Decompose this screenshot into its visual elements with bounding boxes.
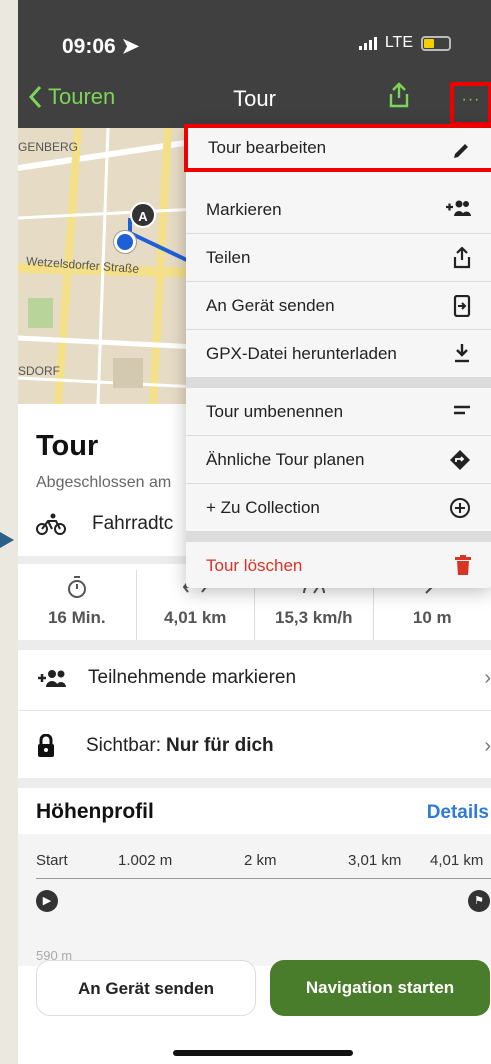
pencil-icon [454, 144, 468, 158]
status-indicators: LTE [358, 34, 451, 52]
axis-tick: 2 km [244, 852, 277, 869]
menu-item-share[interactable]: Teilen [186, 234, 491, 282]
tour-subtitle: Abgeschlossen am [36, 474, 172, 491]
menu-item-rename[interactable]: Tour umbenennen [186, 388, 491, 436]
axis-tick: 3,01 km [348, 852, 402, 869]
nav-title: Tour [233, 86, 276, 111]
stat-duration: 16 Min. [18, 570, 137, 640]
tour-title: Tour [36, 430, 99, 462]
share-icon [389, 82, 409, 108]
details-link[interactable]: Details [427, 802, 489, 824]
chevron-right-icon: › [484, 734, 491, 757]
phone-screen: 09:06 ➤ LTE Touren Tour ··· GENBERG Wetz… [18, 0, 491, 1064]
elevation-profile-title: Höhenprofil [36, 800, 154, 823]
plus-circle-icon [450, 498, 470, 518]
trash-icon [455, 555, 471, 575]
send-to-device-button[interactable]: An Gerät senden [36, 960, 256, 1016]
map-label: GENBERG [18, 140, 79, 154]
visibility-row[interactable]: Sichtbar: Nur für dich › [36, 730, 491, 762]
stopwatch-icon [18, 570, 136, 604]
rename-icon [454, 405, 470, 415]
profile-axis [36, 878, 491, 879]
chevron-right-icon: › [484, 666, 491, 689]
axis-tick: 1.002 m [118, 852, 173, 869]
bike-icon [36, 513, 66, 535]
divider [18, 640, 491, 650]
start-marker[interactable]: A [130, 202, 156, 228]
divider [18, 778, 491, 788]
menu-item-send-to-device[interactable]: An Gerät senden [186, 282, 491, 330]
start-pin-icon: ▶ [36, 890, 58, 912]
menu-separator [186, 378, 491, 388]
finish-flag-icon: ⚑ [468, 890, 490, 912]
sport-row[interactable]: Fahrradtc [36, 512, 173, 536]
map-label: SDORF [18, 364, 60, 378]
tag-people-icon [446, 200, 471, 216]
lock-icon [38, 734, 54, 757]
menu-separator [186, 532, 491, 542]
share-icon [453, 247, 471, 269]
menu-item-download-gpx[interactable]: GPX-Datei herunterladen [186, 330, 491, 378]
menu-item-delete[interactable]: Tour löschen [186, 542, 491, 590]
menu-item-add-collection[interactable]: + Zu Collection [186, 484, 491, 532]
menu-item-tag[interactable]: Markieren [186, 186, 491, 234]
menu-item-plan-similar[interactable]: Ähnliche Tour planen [186, 436, 491, 484]
status-time: 09:06 ➤ [62, 35, 140, 58]
participants-row[interactable]: Teilnehmende markieren › [36, 662, 491, 694]
battery-icon [421, 35, 451, 51]
route-direction-icon [450, 450, 470, 470]
signal-icon [358, 36, 377, 50]
context-menu: Tour bearbeiten Markieren Teilen An Gerä… [184, 124, 491, 590]
current-location-dot [114, 231, 136, 253]
elevation-profile[interactable]: Start 1.002 m 2 km 3,01 km 4,01 km ▶ ⚑ 5… [18, 834, 491, 966]
home-indicator [173, 1050, 353, 1056]
more-button[interactable]: ··· [450, 82, 491, 126]
menu-item-edit-tour[interactable]: Tour bearbeiten [184, 124, 491, 172]
start-navigation-button[interactable]: Navigation starten [270, 960, 490, 1016]
network-label: LTE [384, 34, 413, 51]
device-send-icon [453, 295, 471, 317]
axis-tick: Start [36, 852, 68, 869]
annotation-arrow [0, 532, 14, 548]
divider [18, 710, 491, 711]
axis-tick: 4,01 km [430, 852, 484, 869]
share-button[interactable] [388, 82, 410, 113]
top-bar: 09:06 ➤ LTE Touren Tour ··· [18, 0, 491, 128]
location-arrow-icon: ➤ [121, 35, 140, 58]
download-icon [455, 344, 469, 363]
tag-people-icon [38, 670, 66, 687]
